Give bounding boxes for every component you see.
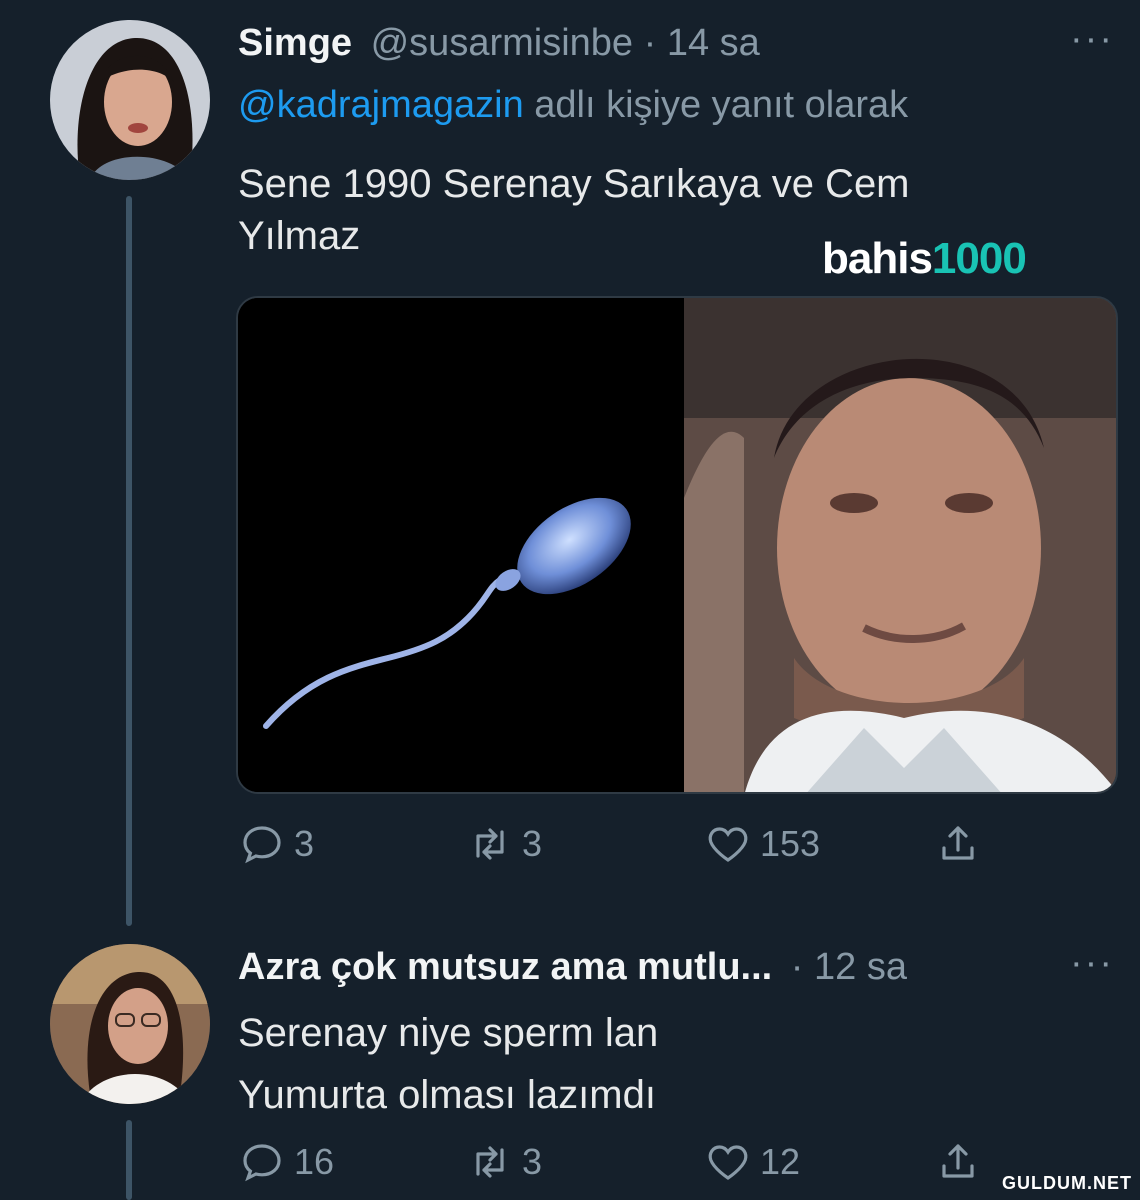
tweet-actions: 3 3 153 xyxy=(238,820,1038,880)
man-photo xyxy=(684,298,1116,792)
reply-icon xyxy=(243,826,281,864)
reply-count: 3 xyxy=(294,823,315,864)
retweet-action[interactable]: 3 xyxy=(466,820,542,868)
retweet-icon xyxy=(476,828,504,860)
share-action[interactable] xyxy=(934,820,990,868)
reply-count: 16 xyxy=(294,1141,335,1182)
timestamp[interactable]: 14 sa xyxy=(667,22,760,64)
site-watermark: GULDUM.NET xyxy=(1002,1173,1132,1193)
share-action[interactable] xyxy=(934,1138,990,1186)
author-name[interactable]: Simge xyxy=(238,22,352,64)
media-image-sperm[interactable] xyxy=(238,298,684,792)
reply-action[interactable]: 3 xyxy=(238,820,314,868)
separator: · xyxy=(643,22,657,64)
retweet-action[interactable]: 3 xyxy=(466,1138,542,1186)
tweet-text: Serenay niye sperm lan Yumurta olması la… xyxy=(238,1002,658,1126)
reply-mention-link[interactable]: @kadrajmagazin xyxy=(238,84,524,126)
share-icon xyxy=(942,1144,974,1178)
reply-to-line: @kadrajmagazin adlı kişiye yanıt olarak xyxy=(238,84,908,127)
heart-icon xyxy=(708,1145,748,1180)
tweet-actions: 16 3 12 xyxy=(238,1138,1038,1198)
watermark-logo: bahis1000 xyxy=(822,234,1027,284)
tweet-media[interactable] xyxy=(236,296,1118,794)
separator: · xyxy=(790,946,804,988)
author-name[interactable]: Azra çok mutsuz ama mutlu... xyxy=(238,946,772,988)
like-count: 12 xyxy=(760,1141,801,1182)
reply-icon xyxy=(243,1144,281,1182)
retweet-count: 3 xyxy=(522,823,543,864)
tweet-text-line-1: Serenay niye sperm lan xyxy=(238,1011,659,1055)
tweet-header: Simge @susarmisinbe · 14 sa xyxy=(238,22,760,65)
like-action[interactable]: 12 xyxy=(704,1138,800,1186)
tweet-text-line-1: Sene 1990 Serenay Sarıkaya ve Cem xyxy=(238,162,910,206)
more-options-icon[interactable]: ··· xyxy=(1070,942,1114,985)
thread-line-1 xyxy=(126,196,132,926)
avatar-simge-image xyxy=(50,20,210,180)
retweet-count: 3 xyxy=(522,1141,543,1182)
thread-line-2 xyxy=(126,1120,132,1200)
avatar-azra-image xyxy=(50,944,210,1104)
reply-action[interactable]: 16 xyxy=(238,1138,334,1186)
share-icon xyxy=(942,826,974,860)
watermark-accent: 1000 xyxy=(931,234,1027,283)
author-handle[interactable]: @susarmisinbe xyxy=(371,22,633,64)
like-count: 153 xyxy=(760,823,821,864)
media-image-man[interactable] xyxy=(684,298,1116,792)
tweet-simge[interactable]: Simge @susarmisinbe · 14 sa ··· @kadrajm… xyxy=(0,0,1140,930)
more-options-icon[interactable]: ··· xyxy=(1070,18,1114,61)
heart-icon xyxy=(708,827,748,862)
tweet-header: Azra çok mutsuz ama mutlu... · 12 sa xyxy=(238,946,907,989)
avatar-azra[interactable] xyxy=(50,944,210,1104)
tweet-text-line-2: Yumurta olması lazımdı xyxy=(238,1073,656,1117)
tweet-azra[interactable]: Azra çok mutsuz ama mutlu... · 12 sa ···… xyxy=(0,930,1140,1200)
tweet-text: Sene 1990 Serenay Sarıkaya ve Cem Yılmaz xyxy=(238,158,910,262)
reply-suffix: adlı kişiye yanıt olarak xyxy=(534,84,909,126)
like-action[interactable]: 153 xyxy=(704,820,820,868)
timestamp[interactable]: 12 sa xyxy=(814,946,907,988)
sperm-illustration xyxy=(263,497,631,729)
avatar-simge[interactable] xyxy=(50,20,210,180)
tweet-text-line-2: Yılmaz xyxy=(238,214,361,258)
watermark-main: bahis xyxy=(822,234,933,283)
retweet-icon xyxy=(476,1146,504,1178)
